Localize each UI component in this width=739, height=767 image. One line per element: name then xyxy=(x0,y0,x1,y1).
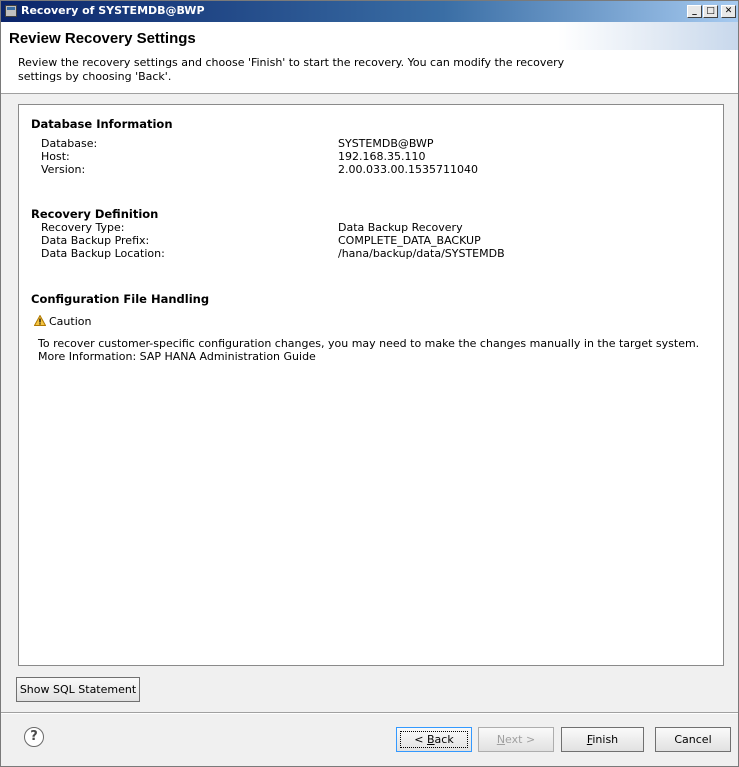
finish-button[interactable]: Finish xyxy=(561,727,644,752)
window-title: Recovery of SYSTEMDB@BWP xyxy=(21,4,205,17)
back-prefix: < xyxy=(414,733,427,746)
recovery-definition-heading: Recovery Definition xyxy=(31,207,159,221)
recovery-window: Recovery of SYSTEMDB@BWP _ □ ✕ Review Re… xyxy=(0,0,739,767)
host-value: 192.168.35.110 xyxy=(338,150,426,163)
cancel-button[interactable]: Cancel xyxy=(655,727,731,752)
wizard-header: Review Recovery Settings Review the reco… xyxy=(1,22,738,94)
config-instruction-text: To recover customer-specific configurati… xyxy=(38,337,700,350)
next-rest: ext > xyxy=(505,733,536,746)
warning-icon xyxy=(34,315,46,326)
title-bar[interactable]: Recovery of SYSTEMDB@BWP _ □ ✕ xyxy=(1,1,738,22)
back-mnemonic: B xyxy=(427,733,435,746)
recovery-type-value: Data Backup Recovery xyxy=(338,221,463,234)
next-button-label: Next > xyxy=(497,728,535,751)
show-sql-statement-button[interactable]: Show SQL Statement xyxy=(16,677,140,702)
show-sql-statement-label: Show SQL Statement xyxy=(19,683,137,696)
back-rest: ack xyxy=(434,733,454,746)
back-button[interactable]: < Back xyxy=(396,727,472,752)
backup-prefix-row: Data Backup Prefix: COMPLETE_DATA_BACKUP xyxy=(41,234,701,247)
database-label: Database: xyxy=(41,137,98,150)
settings-summary-panel: Database Information Database: SYSTEMDB@… xyxy=(18,104,724,666)
backup-prefix-label: Data Backup Prefix: xyxy=(41,234,150,247)
version-label: Version: xyxy=(41,163,86,176)
host-label: Host: xyxy=(41,150,70,163)
minimize-button[interactable]: _ xyxy=(687,5,702,18)
button-bar-separator xyxy=(1,712,738,714)
header-decoration xyxy=(558,22,738,50)
page-description: Review the recovery settings and choose … xyxy=(18,56,565,83)
finish-button-label: Finish xyxy=(587,728,618,751)
backup-location-label: Data Backup Location: xyxy=(41,247,165,260)
maximize-button[interactable]: □ xyxy=(703,5,718,18)
next-mnemonic: N xyxy=(496,733,506,746)
version-row: Version: 2.00.033.00.1535711040 xyxy=(41,163,701,176)
recovery-type-label: Recovery Type: xyxy=(41,221,125,234)
backup-prefix-value: COMPLETE_DATA_BACKUP xyxy=(338,234,481,247)
database-row: Database: SYSTEMDB@BWP xyxy=(41,137,701,150)
cancel-button-label: Cancel xyxy=(674,733,712,746)
recovery-type-row: Recovery Type: Data Backup Recovery xyxy=(41,221,701,234)
database-value: SYSTEMDB@BWP xyxy=(338,137,434,150)
close-button[interactable]: ✕ xyxy=(721,5,736,18)
backup-location-row: Data Backup Location: /hana/backup/data/… xyxy=(41,247,701,260)
database-info-heading: Database Information xyxy=(31,117,173,131)
help-icon[interactable]: ? xyxy=(24,727,44,747)
backup-location-value: /hana/backup/data/SYSTEMDB xyxy=(338,247,505,260)
caution-label: Caution xyxy=(49,315,92,328)
page-title: Review Recovery Settings xyxy=(9,30,196,47)
finish-rest: inish xyxy=(592,733,619,746)
back-button-label: < Back xyxy=(400,731,468,748)
config-handling-heading: Configuration File Handling xyxy=(31,292,210,306)
next-button[interactable]: Next > xyxy=(478,727,554,752)
caution-notice: Caution xyxy=(34,315,91,328)
host-row: Host: 192.168.35.110 xyxy=(41,150,701,163)
version-value: 2.00.033.00.1535711040 xyxy=(338,163,478,176)
app-icon xyxy=(5,5,17,17)
more-information-text: More Information: SAP HANA Administratio… xyxy=(38,350,316,363)
